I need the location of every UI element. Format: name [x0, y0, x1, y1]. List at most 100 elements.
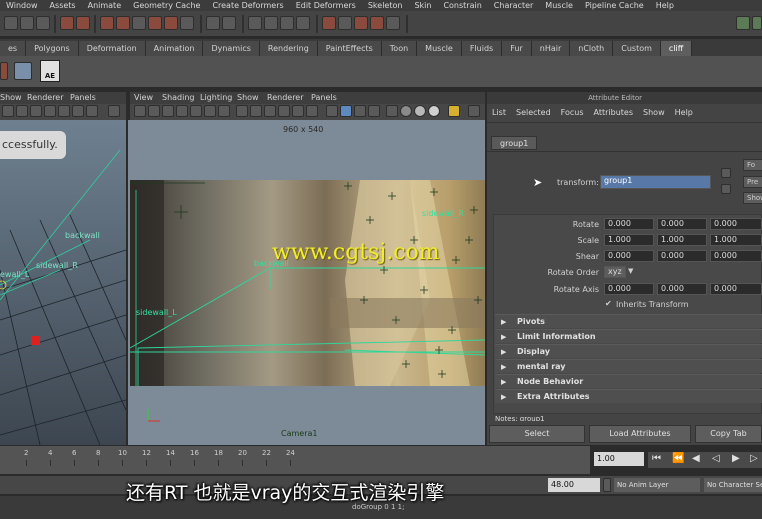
ae-menu-list[interactable]: List: [487, 106, 511, 120]
menu-skeleton[interactable]: Skeleton: [362, 1, 409, 10]
left-vp-menu-panels[interactable]: Panels: [70, 93, 96, 102]
rotate-y-field[interactable]: 0.000: [657, 218, 707, 230]
vp-menu-shading[interactable]: Shading: [162, 93, 195, 102]
menu-constrain[interactable]: Constrain: [437, 1, 487, 10]
inherits-checkbox[interactable]: ✔: [605, 299, 612, 308]
shelf-tab-surfaces[interactable]: es: [0, 41, 27, 56]
end-time-field[interactable]: 48.00: [548, 478, 600, 492]
textured-icon[interactable]: [44, 105, 56, 117]
step-back-frame-icon[interactable]: ◀: [692, 453, 700, 464]
snap-point-icon[interactable]: [280, 16, 294, 30]
vp-menu-panels[interactable]: Panels: [311, 93, 337, 102]
main-viewport[interactable]: 960 x 540 backwall sidewall_L sidewall_R…: [128, 120, 485, 445]
grid-icon[interactable]: [218, 105, 230, 117]
select-curves-icon[interactable]: [100, 16, 114, 30]
menu-window[interactable]: Window: [0, 1, 44, 10]
attribute-editor-shelf-icon[interactable]: AE: [40, 60, 60, 82]
select-camera-icon[interactable]: [134, 105, 146, 117]
rotate-axis-x-field[interactable]: 0.000: [604, 283, 654, 295]
step-back-key-icon[interactable]: ⏪: [672, 453, 684, 464]
ae-menu-help[interactable]: Help: [670, 106, 698, 120]
shelf-tab-nhair[interactable]: nHair: [531, 41, 571, 56]
isolate-icon[interactable]: [108, 105, 120, 117]
left-viewport[interactable]: backwall sidewall_R ewall_L: [0, 120, 126, 445]
rotate-order-dropdown[interactable]: xyz: [604, 266, 626, 278]
presets-button[interactable]: Pre: [743, 176, 762, 188]
shear-x-field[interactable]: 0.000: [604, 250, 654, 262]
scale-z-field[interactable]: 1.000: [710, 234, 762, 246]
film-gate-icon[interactable]: [236, 105, 248, 117]
select-component-icon[interactable]: [36, 16, 50, 30]
show-button[interactable]: Show: [743, 192, 762, 204]
xray-icon[interactable]: [86, 105, 98, 117]
vp-menu-renderer[interactable]: Renderer: [267, 93, 304, 102]
smooth-shade-icon[interactable]: [30, 105, 42, 117]
shelf-tab-muscle[interactable]: Muscle: [417, 41, 462, 56]
section-display[interactable]: ▶ Display: [495, 344, 762, 358]
shelf-tab-polygons[interactable]: Polygons: [26, 41, 79, 56]
shadows-toggle-icon[interactable]: [428, 105, 440, 117]
menu-edit-deformers[interactable]: Edit Deformers: [290, 1, 362, 10]
menu-assets[interactable]: Assets: [44, 1, 82, 10]
shelf-tab-dynamics[interactable]: Dynamics: [203, 41, 260, 56]
focus-input-icon[interactable]: [721, 168, 731, 178]
select-rendering-icon[interactable]: [164, 16, 178, 30]
camera-icon[interactable]: [2, 105, 14, 117]
load-attributes-button[interactable]: Load Attributes: [589, 425, 691, 443]
section-mental-ray[interactable]: ▶ mental ray: [495, 359, 762, 373]
step-forward-frame-icon[interactable]: ▷: [750, 453, 758, 464]
isolate-select-icon[interactable]: [468, 105, 480, 117]
section-limit-information[interactable]: ▶ Limit Information: [495, 329, 762, 343]
highlight-selection-icon[interactable]: [222, 16, 236, 30]
rotate-axis-z-field[interactable]: 0.000: [710, 283, 762, 295]
lock-selection-icon[interactable]: [206, 16, 220, 30]
focus-output-icon[interactable]: [721, 184, 731, 194]
ipr-render-icon[interactable]: [370, 16, 384, 30]
resolution-gate-icon[interactable]: [250, 105, 262, 117]
shear-z-field[interactable]: 0.000: [710, 250, 762, 262]
field-chart-icon[interactable]: [278, 105, 290, 117]
rotate-axis-y-field[interactable]: 0.000: [657, 283, 707, 295]
select-object-icon[interactable]: [20, 16, 34, 30]
shadows-icon[interactable]: [72, 105, 84, 117]
select-misc-icon[interactable]: [180, 16, 194, 30]
shelf-tab-fur[interactable]: Fur: [502, 41, 532, 56]
shelf-tab-fluids[interactable]: Fluids: [461, 41, 503, 56]
shelf-tab-rendering[interactable]: Rendering: [259, 41, 318, 56]
menu-pipeline-cache[interactable]: Pipeline Cache: [579, 1, 650, 10]
rotate-x-field[interactable]: 0.000: [604, 218, 654, 230]
lights-icon[interactable]: [58, 105, 70, 117]
use-default-light-icon[interactable]: [400, 105, 412, 117]
select-button[interactable]: Select: [489, 425, 585, 443]
history-icon[interactable]: [322, 16, 336, 30]
current-time-field[interactable]: 1.00: [594, 452, 644, 466]
snap-grid-icon[interactable]: [248, 16, 262, 30]
gate-mask-icon[interactable]: [264, 105, 276, 117]
range-options-icon[interactable]: [603, 478, 611, 492]
section-pivots[interactable]: ▶ Pivots: [495, 314, 762, 328]
ae-menu-attributes[interactable]: Attributes: [589, 106, 639, 120]
play-forwards-icon[interactable]: ▶: [732, 453, 740, 464]
high-quality-icon[interactable]: [448, 105, 460, 117]
shelf-tab-cliff[interactable]: cliff: [660, 41, 693, 56]
copy-tab-button[interactable]: Copy Tab: [695, 425, 762, 443]
wireframe-on-shaded-icon[interactable]: [354, 105, 366, 117]
shelf-tab-custom[interactable]: Custom: [613, 41, 661, 56]
two-d-pan-icon[interactable]: [190, 105, 202, 117]
menu-help[interactable]: Help: [650, 1, 680, 10]
select-joints-icon[interactable]: [76, 16, 90, 30]
transform-name-field[interactable]: group1: [600, 175, 711, 189]
shear-y-field[interactable]: 0.000: [657, 250, 707, 262]
safe-action-icon[interactable]: [292, 105, 304, 117]
menu-character[interactable]: Character: [488, 1, 540, 10]
tab-group1[interactable]: group1: [491, 136, 538, 150]
character-set-dropdown[interactable]: No Character Se: [704, 478, 762, 492]
left-vp-menu-show[interactable]: Show: [0, 93, 22, 102]
ae-menu-show[interactable]: Show: [638, 106, 670, 120]
menu-geometry-cache[interactable]: Geometry Cache: [127, 1, 206, 10]
section-node-behavior[interactable]: ▶ Node Behavior: [495, 374, 762, 388]
open-render-view-icon[interactable]: [338, 16, 352, 30]
shelf-tab-painteffects[interactable]: PaintEffects: [317, 41, 382, 56]
scale-x-field[interactable]: 1.000: [604, 234, 654, 246]
ae-menu-selected[interactable]: Selected: [511, 106, 556, 120]
